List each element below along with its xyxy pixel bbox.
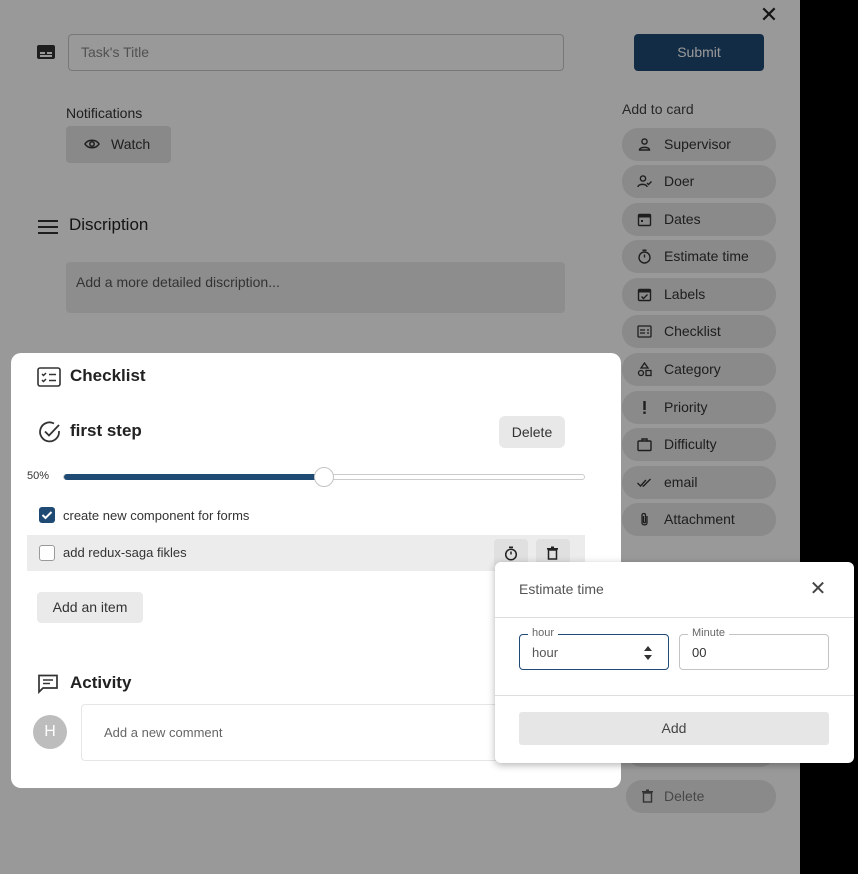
checklist-item: create new component for forms bbox=[27, 503, 585, 527]
trash-icon bbox=[547, 546, 558, 560]
estimate-time-button[interactable]: Estimate time bbox=[622, 240, 776, 273]
dates-label: Dates bbox=[664, 211, 701, 227]
trash-icon bbox=[642, 789, 653, 803]
activity-title: Activity bbox=[70, 673, 132, 692]
email-label: email bbox=[664, 474, 698, 490]
checklist-side-label: Checklist bbox=[664, 323, 721, 339]
attachment-label: Attachment bbox=[664, 511, 735, 527]
difficulty-label: Difficulty bbox=[664, 436, 717, 452]
calendar-icon bbox=[637, 213, 652, 227]
doer-button[interactable]: Doer bbox=[622, 165, 776, 198]
person-icon bbox=[638, 138, 651, 151]
checklist-title: Checklist bbox=[70, 366, 146, 385]
submit-button[interactable]: Submit bbox=[634, 34, 764, 71]
delete-step-button[interactable]: Delete bbox=[499, 416, 565, 448]
menu-lines-icon bbox=[38, 220, 58, 234]
hour-value: hour bbox=[532, 645, 559, 660]
timer-icon bbox=[504, 546, 518, 561]
step-title: first step bbox=[70, 421, 142, 440]
category-button[interactable]: Category bbox=[622, 353, 776, 386]
briefcase-icon bbox=[637, 438, 652, 452]
check-circle-icon bbox=[39, 421, 60, 443]
labels-label: Labels bbox=[664, 286, 706, 302]
checkbox-unchecked[interactable] bbox=[39, 545, 55, 561]
progress-slider[interactable] bbox=[63, 467, 585, 487]
priority-label: Priority bbox=[664, 399, 708, 415]
add-to-card-label: Add to card bbox=[622, 101, 694, 117]
progress-thumb[interactable] bbox=[314, 467, 334, 487]
supervisor-button[interactable]: Supervisor bbox=[622, 128, 776, 161]
email-button[interactable]: email bbox=[622, 466, 776, 499]
progress-percent: 50% bbox=[27, 470, 50, 482]
close-icon[interactable]: ✕ bbox=[807, 578, 829, 600]
doer-label: Doer bbox=[664, 173, 695, 189]
minute-value: 00 bbox=[692, 645, 707, 660]
attachment-button[interactable]: Attachment bbox=[622, 503, 776, 536]
title-card-icon bbox=[37, 45, 55, 59]
estimate-time-title: Estimate time bbox=[519, 581, 604, 597]
dates-button[interactable]: Dates bbox=[622, 203, 776, 236]
notifications-label: Notifications bbox=[66, 105, 143, 121]
calendar-check-icon bbox=[637, 288, 652, 302]
timer-icon bbox=[638, 249, 651, 264]
estimate-time-label: Estimate time bbox=[664, 248, 749, 264]
delete-card-label: Delete bbox=[664, 788, 705, 804]
task-title-input[interactable]: Task's Title bbox=[68, 34, 564, 71]
watch-button[interactable]: Watch bbox=[66, 126, 171, 163]
check-icon bbox=[41, 511, 53, 520]
close-icon[interactable]: ✕ bbox=[758, 4, 780, 26]
category-label: Category bbox=[664, 361, 721, 377]
checkbox-checked[interactable] bbox=[39, 507, 55, 523]
hour-legend: hour bbox=[528, 627, 559, 639]
divider bbox=[495, 617, 854, 618]
paperclip-icon bbox=[641, 512, 648, 526]
description-input[interactable]: Add a more detailed discription... bbox=[66, 262, 565, 313]
checklist-item-label: add redux-saga fikles bbox=[63, 545, 187, 560]
checklist-button[interactable]: Checklist bbox=[622, 315, 776, 348]
supervisor-label: Supervisor bbox=[664, 136, 731, 152]
watch-label: Watch bbox=[111, 136, 151, 152]
spinner-arrows-icon[interactable] bbox=[642, 644, 654, 662]
description-title: Discription bbox=[69, 215, 149, 234]
checklist-icon bbox=[37, 367, 61, 387]
person-check-icon bbox=[637, 175, 652, 188]
delete-card-button[interactable]: Delete bbox=[626, 780, 776, 813]
exclamation-icon bbox=[643, 401, 646, 414]
eye-icon bbox=[84, 139, 100, 149]
priority-button[interactable]: Priority bbox=[622, 391, 776, 424]
category-icon bbox=[637, 362, 652, 377]
checklist-item-label: create new component for forms bbox=[63, 508, 250, 523]
labels-button[interactable]: Labels bbox=[622, 278, 776, 311]
hour-input[interactable]: hour hour bbox=[519, 627, 669, 670]
difficulty-button[interactable]: Difficulty bbox=[622, 428, 776, 461]
double-check-icon bbox=[637, 478, 651, 488]
checklist-icon bbox=[637, 325, 652, 338]
progress-fill bbox=[64, 474, 324, 480]
estimate-time-popup: Estimate time ✕ hour hour Minute 00 Add bbox=[495, 562, 854, 763]
comment-icon bbox=[38, 674, 58, 694]
add-estimate-button[interactable]: Add bbox=[519, 712, 829, 745]
add-item-button[interactable]: Add an item bbox=[37, 592, 143, 623]
divider bbox=[495, 695, 854, 696]
avatar: H bbox=[33, 715, 67, 749]
comment-input[interactable]: Add a new comment bbox=[81, 704, 561, 761]
minute-legend: Minute bbox=[688, 627, 730, 639]
minute-input[interactable]: Minute 00 bbox=[679, 627, 829, 670]
